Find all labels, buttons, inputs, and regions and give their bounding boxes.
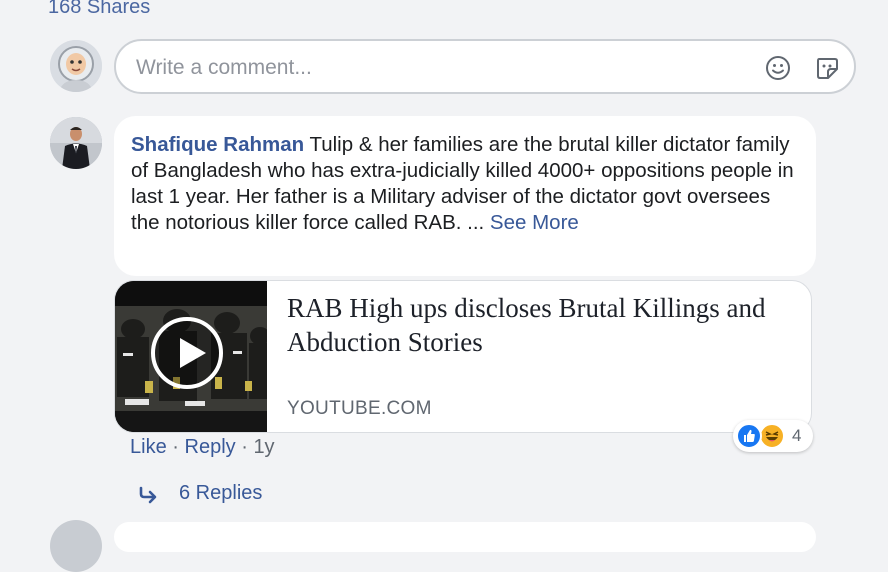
- link-title[interactable]: RAB High ups discloses Brutal Killings a…: [287, 291, 787, 359]
- comment-actions: Like · Reply · 1y: [130, 436, 275, 459]
- next-commenter-avatar[interactable]: [50, 520, 102, 572]
- link-domain: YOUTUBE.COM: [287, 398, 432, 419]
- reactions-summary[interactable]: 4: [733, 420, 813, 452]
- shares-count[interactable]: 168 Shares: [48, 0, 150, 19]
- reply-button[interactable]: Reply: [185, 436, 236, 458]
- see-more-link[interactable]: See More: [490, 211, 579, 234]
- video-thumbnail[interactable]: [115, 281, 267, 432]
- current-user-avatar: [50, 40, 102, 92]
- link-preview-card[interactable]: RAB High ups discloses Brutal Killings a…: [114, 280, 812, 433]
- play-icon[interactable]: [151, 317, 223, 389]
- haha-reaction-icon: [759, 423, 785, 449]
- smiley-face-icon[interactable]: [764, 54, 792, 82]
- comment-author[interactable]: Shafique Rahman: [131, 133, 304, 156]
- separator: ·: [172, 436, 179, 458]
- commenter-avatar[interactable]: [50, 117, 102, 169]
- comment-composer[interactable]: [114, 39, 856, 94]
- replies-count[interactable]: 6 Replies: [179, 482, 262, 505]
- like-reaction-icon: [736, 423, 762, 449]
- sticker-icon[interactable]: [813, 54, 841, 82]
- comment-input[interactable]: [134, 41, 738, 94]
- comment-bubble: Shafique Rahman Tulip & her families are…: [114, 116, 816, 276]
- next-comment-bubble: [114, 522, 816, 552]
- like-button[interactable]: Like: [130, 436, 167, 458]
- separator: ·: [241, 436, 248, 458]
- comment-timestamp[interactable]: 1y: [253, 436, 274, 458]
- reply-arrow-icon: [138, 486, 160, 510]
- reaction-count: 4: [792, 426, 802, 445]
